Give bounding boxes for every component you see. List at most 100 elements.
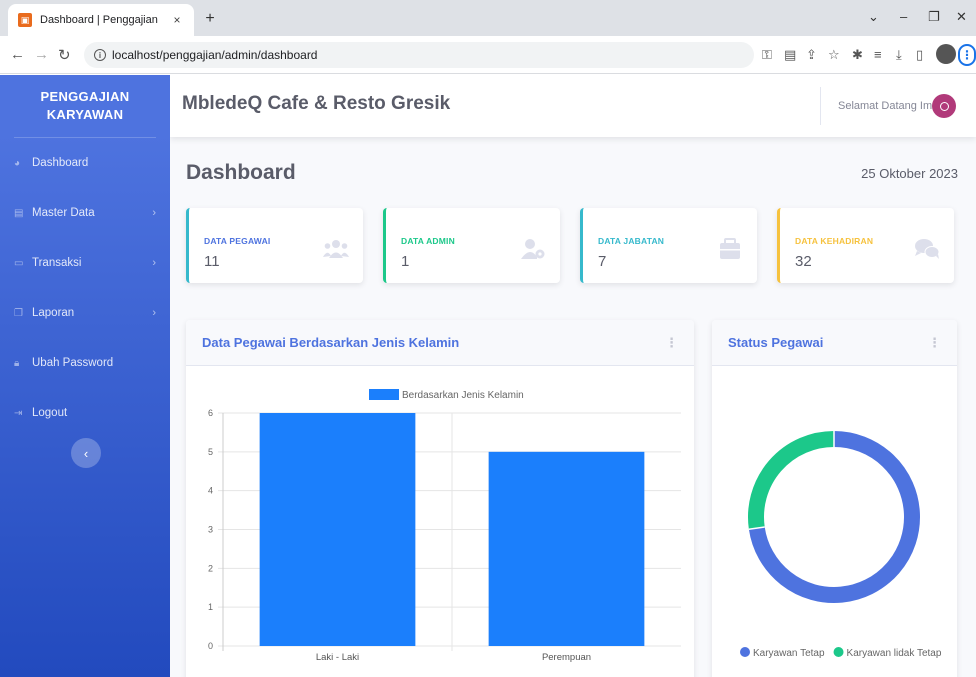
sidebar-item-logout[interactable]: ⇥ Logout: [0, 388, 170, 438]
browser-address-bar: ← → ↻ i localhost/penggajian/admin/dashb…: [0, 36, 976, 74]
y-tick-label: 3: [208, 525, 213, 535]
main-content: MbledeQ Cafe & Resto Gresik Selamat Data…: [170, 75, 976, 677]
x-tick-label: Perempuan: [542, 652, 591, 663]
tab-close-icon[interactable]: ×: [170, 13, 184, 27]
card-label: DATA ADMIN: [401, 236, 455, 246]
page-date: 25 Oktober 2023: [861, 166, 958, 181]
legend-dot: [740, 647, 750, 657]
page-title: Dashboard: [186, 161, 296, 184]
brand-line-2: KARYAWAN: [46, 107, 124, 122]
legend-label: Karyawan lidak Tetap: [847, 648, 942, 659]
side-panel-icon[interactable]: ▯: [916, 47, 923, 63]
restore-icon[interactable]: ❐: [928, 9, 940, 25]
close-window-icon[interactable]: ✕: [956, 9, 967, 25]
x-tick-label: Laki - Laki: [316, 652, 359, 663]
briefcase-icon: [720, 238, 740, 259]
share-icon[interactable]: ⇪: [806, 47, 817, 63]
y-tick-label: 1: [208, 602, 213, 612]
extensions-icon[interactable]: ✱: [852, 47, 863, 63]
chevron-left-icon: ‹: [83, 445, 89, 461]
card-label: DATA KEHADIRAN: [795, 236, 874, 246]
sidebar-item-label: Master Data: [32, 207, 95, 219]
chevron-right-icon: ›: [152, 257, 156, 269]
key-icon[interactable]: ⚿: [762, 47, 772, 63]
status-chart-panel: Status Pegawai ⋮ Karyawan Tetap Karyawan …: [712, 320, 957, 677]
card-value: 11: [204, 253, 220, 270]
url-bar[interactable]: i localhost/penggajian/admin/dashboard: [84, 42, 754, 68]
card-value: 7: [598, 253, 607, 270]
panel-header: Data Pegawai Berdasarkan Jenis Kelamin ⋮: [186, 320, 694, 366]
gender-chart-panel: Data Pegawai Berdasarkan Jenis Kelamin ⋮…: [186, 320, 694, 677]
doughnut-slice: [748, 431, 835, 530]
card-data-admin: DATA ADMIN 1: [383, 208, 560, 283]
tab-title: Dashboard | Penggajian: [40, 14, 158, 26]
sidebar-item-transaksi[interactable]: ▭ Transaksi ›: [0, 238, 170, 288]
browser-tab[interactable]: ▣ Dashboard | Penggajian ×: [8, 4, 194, 36]
copy-icon: ❐: [14, 307, 23, 319]
sidebar-item-dashboard[interactable]: ◕ Dashboard: [0, 138, 170, 188]
bar: [259, 413, 416, 646]
sidebar-item-label: Dashboard: [32, 157, 89, 169]
url-text: localhost/penggajian/admin/dashboard: [112, 48, 318, 62]
bookmark-star-icon[interactable]: ☆: [828, 47, 840, 63]
card-data-kehadiran: DATA KEHADIRAN 32: [777, 208, 954, 283]
bar: [488, 451, 645, 646]
favicon-icon: ▣: [18, 13, 32, 27]
y-tick-label: 5: [208, 447, 213, 457]
y-tick-label: 0: [208, 641, 213, 651]
translate-icon[interactable]: ▤: [784, 47, 796, 63]
card-label: DATA JABATAN: [598, 236, 665, 246]
welcome-text[interactable]: Selamat Datang Ima: [838, 100, 938, 112]
new-tab-button[interactable]: +: [202, 10, 218, 28]
y-tick-label: 2: [208, 563, 213, 573]
chevron-down-icon[interactable]: ⌄: [868, 9, 879, 25]
profile-avatar-icon[interactable]: [936, 44, 956, 64]
topbar-divider: [820, 87, 821, 125]
chevron-right-icon: ›: [152, 307, 156, 319]
ellipsis-vertical-icon[interactable]: ⋮: [928, 335, 941, 351]
sidebar-item-laporan[interactable]: ❐ Laporan ›: [0, 288, 170, 338]
tachometer-icon: ◕: [14, 157, 21, 169]
download-icon[interactable]: ⤓: [896, 47, 902, 63]
sidebar-toggle-button[interactable]: ‹: [71, 438, 101, 468]
reading-list-icon[interactable]: ≡: [874, 47, 882, 62]
y-tick-label: 6: [208, 408, 213, 418]
user-avatar-icon[interactable]: [932, 94, 956, 118]
users-icon: [323, 240, 349, 258]
lock-icon: 🔒︎: [14, 357, 20, 369]
money-icon: ▭: [14, 257, 24, 269]
card-data-jabatan: DATA JABATAN 7: [580, 208, 757, 283]
card-data-pegawai: DATA PEGAWAI 11: [186, 208, 363, 283]
legend-label: Karyawan Tetap: [753, 648, 825, 659]
database-icon: ▤: [14, 207, 24, 219]
back-icon[interactable]: ←: [10, 46, 25, 63]
sidebar-item-label: Transaksi: [32, 257, 82, 269]
site-info-icon[interactable]: i: [94, 49, 106, 61]
browser-tab-bar: ▣ Dashboard | Penggajian × + ⌄ – ❐ ✕: [0, 0, 976, 36]
legend-swatch: [369, 389, 399, 400]
sidebar-item-ubah-password[interactable]: 🔒︎ Ubah Password: [0, 338, 170, 388]
user-cog-icon: [521, 239, 545, 259]
browser-menu-icon[interactable]: ⋮: [958, 44, 976, 66]
sidebar-item-label: Ubah Password: [32, 357, 114, 369]
reload-icon[interactable]: ↻: [58, 46, 71, 64]
minimize-icon[interactable]: –: [900, 9, 907, 24]
y-tick-label: 4: [208, 486, 213, 496]
forward-icon[interactable]: →: [34, 46, 49, 63]
status-doughnut-chart: Karyawan Tetap Karyawan lidak Tetap: [740, 431, 942, 659]
panel-header: Status Pegawai ⋮: [712, 320, 957, 366]
sidebar-item-master-data[interactable]: ▤ Master Data ›: [0, 188, 170, 238]
comments-icon: [915, 239, 940, 259]
panel-title: Data Pegawai Berdasarkan Jenis Kelamin: [202, 335, 460, 350]
gender-bar-chart: Berdasarkan Jenis Kelamin 0 1 2 3 4 5 6 Laki - L…: [208, 389, 681, 663]
sidebar: PENGGAJIAN KARYAWAN ◕ Dashboard ▤ Master…: [0, 75, 170, 677]
card-value: 1: [401, 253, 410, 270]
topbar: MbledeQ Cafe & Resto Gresik Selamat Data…: [170, 75, 976, 137]
card-value: 32: [795, 253, 812, 270]
panel-title: Status Pegawai: [728, 335, 824, 350]
legend-label: Berdasarkan Jenis Kelamin: [402, 390, 524, 401]
sidebar-brand[interactable]: PENGGAJIAN KARYAWAN: [0, 75, 170, 137]
ellipsis-vertical-icon[interactable]: ⋮: [665, 335, 678, 351]
sidebar-item-label: Laporan: [32, 307, 75, 319]
brand-line-1: PENGGAJIAN: [40, 89, 130, 104]
